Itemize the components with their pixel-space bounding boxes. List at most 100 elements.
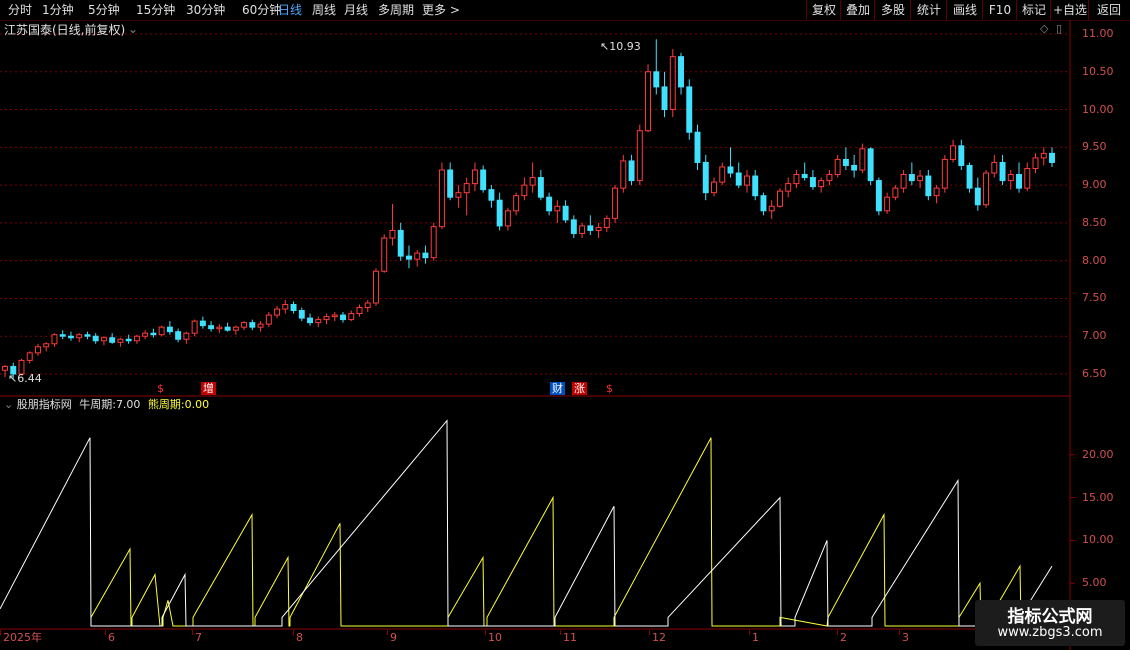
candle-body — [612, 187, 619, 219]
toolbar-button-1[interactable]: 叠加 — [840, 0, 875, 20]
candle-body — [554, 205, 561, 212]
candle-body — [315, 319, 322, 324]
candle-body — [785, 183, 792, 192]
candle-body — [941, 158, 948, 189]
candle-body — [2, 365, 8, 371]
candle-body — [974, 187, 981, 206]
indicator-tick-label: 20.00 — [1082, 447, 1114, 461]
toolbar-button-3[interactable]: 统计 — [910, 0, 947, 20]
period-tab-10[interactable]: 更多 > — [422, 2, 460, 18]
time-axis-label: 7 — [195, 631, 202, 644]
indicator-name: 股朋指标网 — [16, 398, 72, 411]
period-tab-7[interactable]: 周线 — [312, 2, 336, 18]
candle-body — [348, 313, 355, 321]
candle-body — [579, 225, 586, 234]
candle-body — [257, 323, 264, 328]
finance-marker[interactable]: 财 — [550, 382, 565, 395]
candle-body — [908, 174, 915, 182]
low-label: ↖6.44 — [8, 372, 42, 385]
toolbar-button-7[interactable]: +自选 — [1050, 0, 1089, 20]
toolbar-button-4[interactable]: 画线 — [946, 0, 983, 20]
time-axis-label: 6 — [108, 631, 115, 644]
candle-body — [199, 320, 206, 327]
toolbar-button-8[interactable]: 返回 — [1088, 0, 1129, 20]
candle-body — [842, 158, 849, 166]
indicator-dropdown-icon[interactable]: ⌄ — [4, 398, 13, 411]
candle-body — [208, 325, 215, 330]
time-axis-label: 8 — [296, 631, 303, 644]
toolbar-button-6[interactable]: 标记 — [1016, 0, 1051, 20]
period-tab-3[interactable]: 15分钟 — [136, 2, 175, 18]
bull-label: 牛周期: — [79, 398, 116, 411]
candle-body — [249, 322, 256, 328]
stock-title: 江苏国泰(日线,前复权) — [4, 23, 126, 37]
candle-body — [933, 187, 940, 197]
candle-body — [595, 226, 602, 231]
candle-body — [381, 237, 388, 272]
toolbar-button-0[interactable]: 复权 — [806, 0, 841, 20]
title-dropdown-icon[interactable]: ⌄ — [128, 22, 138, 36]
candle-body — [232, 326, 239, 331]
candle-body — [983, 172, 990, 206]
candle-body — [183, 332, 190, 340]
candle-body — [43, 343, 50, 348]
period-tab-6[interactable]: 日线 — [278, 2, 302, 18]
indicator-header: ⌄ 股朋指标网 牛周期:7.00 熊周期:0.00 — [4, 398, 209, 412]
time-axis-label: 11 — [563, 631, 577, 644]
candle-body — [950, 145, 957, 160]
candle-body — [809, 177, 816, 188]
time-axis-tick — [293, 630, 294, 635]
candle-body — [917, 175, 924, 182]
candle-body — [587, 225, 594, 231]
period-tab-5[interactable]: 60分钟 — [242, 2, 281, 18]
period-tab-9[interactable]: 多周期 — [378, 2, 414, 18]
candle-body — [1016, 174, 1022, 189]
dividend-marker[interactable]: $ — [157, 382, 164, 395]
candle-body — [364, 302, 371, 309]
increase-marker[interactable]: 增 — [201, 382, 216, 395]
candle-body — [59, 334, 66, 337]
candle-body — [966, 164, 973, 189]
candle-body — [373, 270, 379, 304]
candle-body — [463, 183, 470, 194]
limit-up-marker[interactable]: 涨 — [572, 382, 587, 395]
candle-body — [513, 195, 520, 212]
candle-body — [298, 310, 305, 319]
candle-body — [1007, 174, 1014, 182]
time-axis-label: 2025年 — [3, 631, 42, 644]
bull-value: 7.00 — [115, 398, 141, 411]
time-axis-tick — [649, 630, 650, 635]
price-tick-label: 10.50 — [1082, 64, 1114, 78]
candle-body — [397, 229, 404, 257]
indicator-tick-label: 5.00 — [1082, 576, 1107, 590]
candle-body — [265, 314, 272, 325]
toolbar-button-5[interactable]: F10 — [982, 0, 1017, 20]
candle-body — [389, 229, 396, 239]
candle-body — [603, 217, 610, 228]
panel-toggle-icon[interactable]: ▯ — [1056, 22, 1062, 36]
candle-body — [35, 346, 41, 354]
period-tab-4[interactable]: 30分钟 — [186, 2, 225, 18]
toolbar-button-2[interactable]: 多股 — [874, 0, 911, 20]
dividend-marker-2[interactable]: $ — [606, 382, 613, 395]
period-tab-1[interactable]: 1分钟 — [42, 2, 74, 18]
diamond-icon[interactable]: ◇ — [1040, 22, 1048, 36]
candle-body — [191, 320, 198, 334]
candle-body — [694, 131, 701, 163]
candle-body — [471, 169, 478, 185]
time-axis-tick — [192, 630, 193, 635]
candle-body — [125, 338, 132, 342]
price-tick-label: 7.00 — [1082, 329, 1107, 343]
period-tab-8[interactable]: 月线 — [344, 2, 368, 18]
time-axis-tick — [105, 630, 106, 635]
period-tab-0[interactable]: 分时 — [8, 2, 32, 18]
candle-body — [678, 56, 684, 88]
candle-body — [826, 174, 833, 182]
candle-body — [1032, 157, 1039, 169]
indicator-tick-label: 15.00 — [1082, 490, 1114, 504]
time-axis-label: 10 — [488, 631, 502, 644]
candle-body — [991, 161, 998, 174]
time-axis-label: 12 — [652, 631, 666, 644]
period-tab-2[interactable]: 5分钟 — [88, 2, 120, 18]
time-axis-tick — [0, 630, 1, 635]
